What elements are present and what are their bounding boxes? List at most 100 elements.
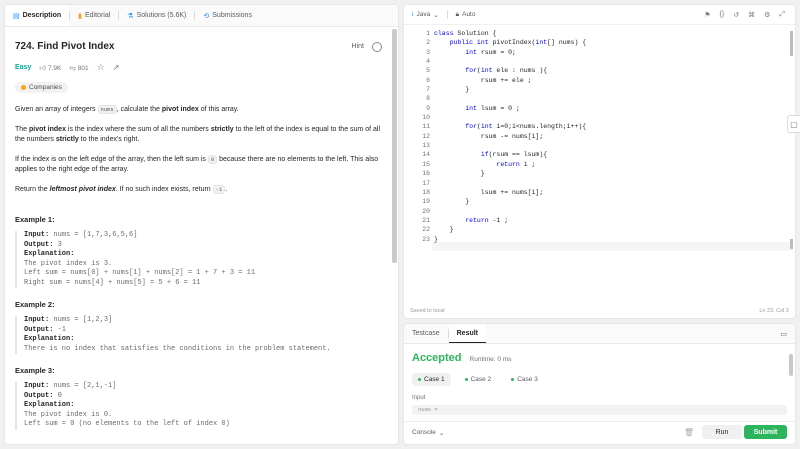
description-panel: ▤ Description ▮ Editorial ⚗ Solutions (5… xyxy=(4,4,399,445)
code-line: int rsum = 0; xyxy=(465,48,516,56)
code-line: class Solution { xyxy=(434,30,497,37)
chevron-down-icon: ⌄ xyxy=(438,430,445,437)
code-line: rsum -= nums[i]; xyxy=(434,132,544,140)
tab-testcase[interactable]: Testcase xyxy=(404,324,448,343)
editor-scrollbar-lower[interactable] xyxy=(790,239,793,249)
panel-toggle-icon[interactable]: ▭ xyxy=(780,330,787,338)
line-number: 13 xyxy=(422,142,430,150)
line-number: 10 xyxy=(422,114,430,122)
share-icon[interactable]: ↗ xyxy=(113,63,120,72)
line-number: 14 xyxy=(422,151,430,159)
like-button[interactable]: 👍︎ 7.9K xyxy=(39,64,61,72)
language-label: Java xyxy=(416,11,431,18)
hint-button[interactable]: Hint xyxy=(352,43,364,50)
runtime-label: Runtime: 0 ms xyxy=(469,356,512,363)
tab-solutions[interactable]: ⚗ Solutions (5.6K) xyxy=(119,5,194,26)
mode-label: Auto xyxy=(462,11,476,18)
line-number: 21 xyxy=(422,216,430,224)
bookmark-icon[interactable]: ⚑ xyxy=(704,11,710,19)
scrollbar-thumb[interactable] xyxy=(392,29,397,263)
difficulty-badge: Easy xyxy=(15,64,32,71)
description-paragraph: If the index is on the left edge of the … xyxy=(15,155,379,173)
reset-icon[interactable]: ↺ xyxy=(733,11,739,19)
line-number: 5 xyxy=(426,67,430,75)
result-footer: Console ⌄ 🗑︎ Run Submit xyxy=(404,421,795,444)
tab-editorial[interactable]: ▮ Editorial xyxy=(70,5,118,26)
lock-icon: 🔒︎ xyxy=(455,10,460,18)
accepted-status: Accepted xyxy=(412,352,462,364)
trash-icon[interactable]: 🗑︎ xyxy=(684,428,694,437)
example-heading: Example 1: xyxy=(15,215,55,224)
line-number: 8 xyxy=(426,95,430,103)
result-tabbar: Testcase Result ▭ xyxy=(404,324,795,344)
star-icon[interactable]: ☆ xyxy=(97,62,105,73)
tab-result[interactable]: Result xyxy=(448,324,487,343)
hint-area: Hint xyxy=(352,41,382,52)
editor-scrollbar[interactable] xyxy=(790,31,793,56)
code-line: for(int i=0;i<nums.length;i++){ xyxy=(465,123,587,131)
flask-icon: ⚗ xyxy=(127,12,134,20)
timer-icon[interactable] xyxy=(372,41,382,52)
run-button[interactable]: Run xyxy=(702,425,742,439)
command-icon[interactable]: ⌘ xyxy=(748,11,755,19)
case-tab-2[interactable]: Case 2 xyxy=(459,373,498,386)
braces-icon[interactable]: {} xyxy=(720,11,725,19)
line-number: 12 xyxy=(422,132,430,140)
pass-dot-icon xyxy=(418,378,421,381)
thumbs-up-icon: 👍︎ xyxy=(39,64,47,72)
code-line: rsum += ele ; xyxy=(434,76,532,84)
example-block: Input: nums = [1,7,3,6,5,6] Output: 3 Ex… xyxy=(15,231,382,288)
code-line: } xyxy=(434,198,470,206)
problem-title-row: 724. Find Pivot Index Hint xyxy=(15,41,382,52)
dislike-button[interactable]: 👎︎ 801 xyxy=(69,64,88,72)
gear-icon[interactable]: ⚙ xyxy=(764,11,770,19)
cursor-position: Ln 23, Col 2 xyxy=(759,308,789,314)
example-block: Input: nums = [2,1,-1] Output: 0 Explana… xyxy=(15,382,382,430)
problem-meta: Easy 👍︎ 7.9K 👎︎ 801 ☆ ↗ xyxy=(15,62,382,73)
result-header: Accepted Runtime: 0 ms xyxy=(412,352,787,364)
line-number: 17 xyxy=(422,179,430,187)
mode-select[interactable]: 🔒︎ Auto xyxy=(456,11,476,19)
input-label: Input xyxy=(412,395,426,401)
language-select[interactable]: i Java ⌄ xyxy=(412,11,439,19)
code-panel: i Java ⌄ 🔒︎ Auto ⚑ {} ↺ ⌘ ⚙ ⤢ 1234567891… xyxy=(403,4,796,319)
tab-label: Submissions xyxy=(212,12,252,19)
code-line: if(rsum == lsum){ xyxy=(480,151,548,159)
expand-icon[interactable]: ⤢ xyxy=(779,11,785,19)
code-editor[interactable]: class Solution { public int pivotIndex(i… xyxy=(434,29,586,244)
description-content[interactable]: 724. Find Pivot Index Hint Easy 👍︎ 7.9K … xyxy=(5,27,392,444)
editor-toolbar: i Java ⌄ 🔒︎ Auto ⚑ {} ↺ ⌘ ⚙ ⤢ xyxy=(404,5,795,25)
tab-submissions[interactable]: ⟲ Submissions xyxy=(195,5,260,26)
result-scrollbar[interactable] xyxy=(789,354,793,376)
console-toggle[interactable]: Console ⌄ xyxy=(412,429,444,437)
line-number: 3 xyxy=(426,48,430,56)
tab-label: Editorial xyxy=(85,12,111,19)
code-line: } xyxy=(434,226,454,234)
case-tab-3[interactable]: Case 3 xyxy=(505,373,544,386)
tab-description[interactable]: ▤ Description xyxy=(5,5,70,26)
input-value-box: nums = xyxy=(412,405,787,415)
line-number: 22 xyxy=(422,226,430,234)
tab-label: Solutions (5.6K) xyxy=(136,12,187,19)
example-heading: Example 3: xyxy=(15,366,55,375)
line-number: 20 xyxy=(422,207,430,215)
line-number: 23 xyxy=(422,235,430,243)
code-line: return i ; xyxy=(496,160,536,168)
line-number: 11 xyxy=(422,123,430,131)
editor-actions: ⚑ {} ↺ ⌘ ⚙ ⤢ xyxy=(704,11,795,19)
chevron-down-icon: ⌄ xyxy=(433,11,439,19)
save-status: Saved to local xyxy=(410,308,445,314)
description-paragraph: The pivot index is the index where the s… xyxy=(15,126,380,143)
submit-button[interactable]: Submit xyxy=(744,425,787,439)
code-icon: i xyxy=(412,11,414,18)
code-line: for(int ele : nums ){ xyxy=(465,67,548,75)
companies-tag[interactable]: Companies xyxy=(15,82,68,93)
dislike-count: 801 xyxy=(77,64,89,72)
notes-icon[interactable]: ▢ xyxy=(787,115,800,133)
line-number: 4 xyxy=(426,58,430,66)
code-line: lsum += nums[i]; xyxy=(434,188,544,196)
case-tab-1[interactable]: Case 1 xyxy=(412,373,451,386)
